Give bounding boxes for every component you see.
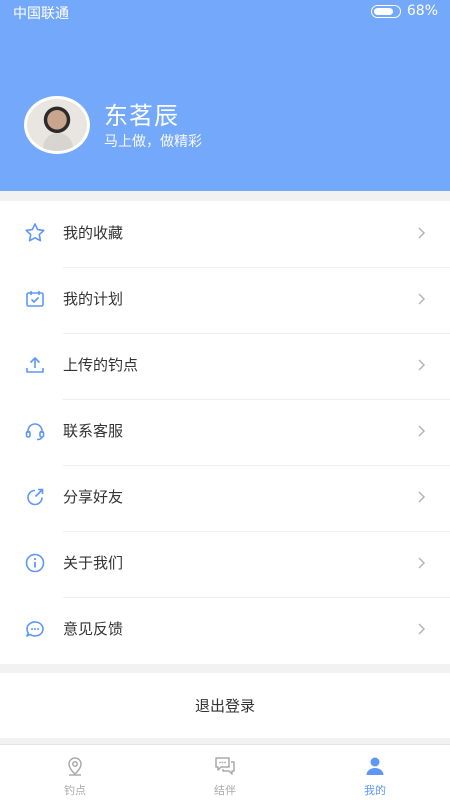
logout-button[interactable]: 退出登录 <box>0 673 450 738</box>
menu-item-about-us[interactable]: 关于我们 <box>0 531 450 597</box>
battery-icon <box>370 4 401 18</box>
menu-item-label: 意见反馈 <box>63 620 124 638</box>
profile-header: 中国联通 68% 东茗辰 马上做，做精彩 <box>0 0 450 191</box>
menu-item-label: 上传的钓点 <box>63 356 139 374</box>
bottom-tab-bar: 钓点 结伴 我的 <box>0 744 450 800</box>
tab-label: 钓点 <box>64 784 86 797</box>
share-icon <box>27 488 44 506</box>
battery-indicator: 68% <box>370 3 438 19</box>
tab-label: 结伴 <box>214 784 236 797</box>
calendar-check-icon <box>26 291 44 307</box>
menu-list: 我的收藏 我的计划 上传的钓点 联系客服 分享好友 关于我们 意见反馈 <box>0 201 450 664</box>
person-icon <box>366 757 384 775</box>
user-motto: 马上做，做精彩 <box>104 134 202 150</box>
status-bar: 中国联通 68% <box>0 0 450 24</box>
menu-item-label: 关于我们 <box>63 554 124 572</box>
chevron-right-icon <box>418 557 426 569</box>
chevron-right-icon <box>418 491 426 503</box>
carrier-label: 中国联通 <box>13 6 69 22</box>
menu-item-label: 我的计划 <box>63 290 124 308</box>
tab-fishing-spots[interactable]: 钓点 <box>0 745 150 800</box>
avatar[interactable] <box>24 96 90 154</box>
feedback-icon <box>26 621 44 637</box>
battery-percent: 68% <box>406 3 438 19</box>
battery-level <box>373 7 393 15</box>
chat-bubbles-icon <box>215 757 235 775</box>
menu-item-share[interactable]: 分享好友 <box>0 465 450 531</box>
tab-mine[interactable]: 我的 <box>300 745 450 800</box>
menu-item-plans[interactable]: 我的计划 <box>0 267 450 333</box>
menu-item-label: 我的收藏 <box>63 224 124 242</box>
location-pin-icon <box>68 757 82 776</box>
menu-item-feedback[interactable]: 意见反馈 <box>0 597 450 663</box>
upload-icon <box>26 357 44 373</box>
info-icon <box>25 553 45 573</box>
chevron-right-icon <box>418 293 426 305</box>
chevron-right-icon <box>418 425 426 437</box>
user-name: 东茗辰 <box>104 102 179 130</box>
menu-item-label: 分享好友 <box>63 488 124 506</box>
menu-item-label: 联系客服 <box>63 422 124 440</box>
menu-item-customer-service[interactable]: 联系客服 <box>0 399 450 465</box>
chevron-right-icon <box>418 227 426 239</box>
tab-companions[interactable]: 结伴 <box>150 745 300 800</box>
star-icon <box>25 223 45 242</box>
chevron-right-icon <box>418 623 426 635</box>
tab-label: 我的 <box>364 784 386 797</box>
menu-item-favorites[interactable]: 我的收藏 <box>0 201 450 267</box>
menu-item-uploaded-spots[interactable]: 上传的钓点 <box>0 333 450 399</box>
chevron-right-icon <box>418 359 426 371</box>
headset-icon <box>25 423 45 441</box>
